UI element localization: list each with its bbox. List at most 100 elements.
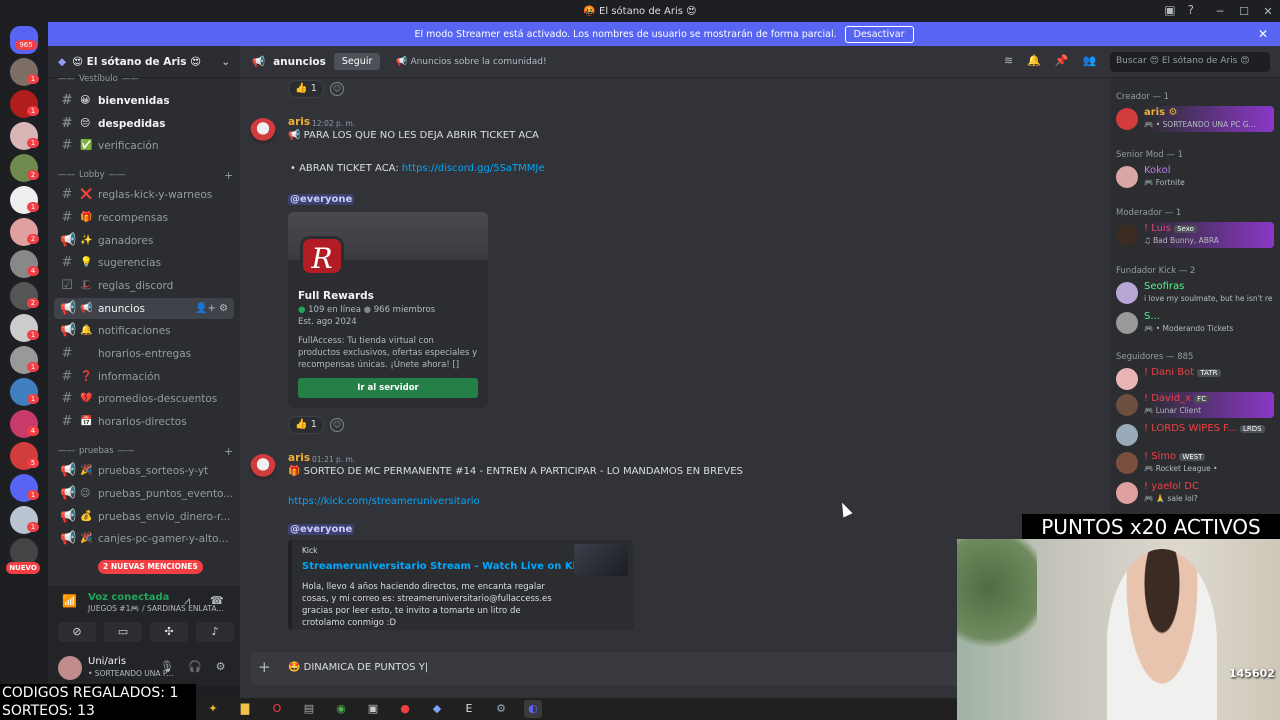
member-row[interactable]: ! yaelol DC 🎮 🙏 sale lol? (1114, 480, 1274, 506)
chrome-icon[interactable]: ◉ (332, 700, 350, 718)
message-composer[interactable]: + 🤩 DINAMICA DE PUNTOS Y| (250, 652, 960, 686)
member-name: ! Luis Sexo (1144, 223, 1197, 234)
channel-verificacion[interactable]: # ✅ verificación (54, 135, 234, 156)
member-row[interactable]: Kokol 🎮 Fortnite (1114, 164, 1274, 190)
channel-anuncios[interactable]: 📢 📢 anuncios 👤+ ⚙ (54, 298, 234, 319)
channel-horarios-entregas[interactable]: # horarios-entregas (54, 343, 234, 364)
add-channel-icon[interactable]: + (224, 169, 233, 182)
megaphone-icon: 📢 (60, 463, 77, 478)
channel-recompensas[interactable]: # 🎁 recompensas (54, 207, 234, 228)
app-icon[interactable]: ▣ (364, 700, 382, 718)
close-button[interactable]: ✕ (1256, 5, 1280, 18)
avatar[interactable] (250, 118, 276, 144)
avatar[interactable] (250, 454, 276, 480)
everyone-mention[interactable]: @everyone (288, 524, 355, 535)
discord-icon[interactable]: ◐ (524, 700, 542, 718)
channel-reglas-kick[interactable]: # ❌ reglas-kick-y-warneos (54, 184, 234, 205)
add-reaction-icon[interactable]: ☺ (330, 82, 344, 96)
kick-link[interactable]: https://kick.com/streameruniversitario (288, 496, 480, 507)
epic-games-icon[interactable]: E (460, 700, 478, 718)
member-row[interactable]: Seofiras i love my soulmate, but he isn'… (1114, 280, 1274, 306)
reaction-thumbs-up[interactable]: 👍 1 (288, 416, 324, 434)
category-lobby[interactable]: —— Lobby —— + (58, 169, 233, 182)
member-row[interactable]: ! David_x FC 🎮 Lunar Client (1114, 392, 1274, 418)
app-icon[interactable]: ◆ (428, 700, 446, 718)
soundboard-icon[interactable]: ♪ (196, 622, 234, 642)
member-row[interactable]: aris ⚙ 🎮 • SORTEANDO UNA PC G... (1114, 106, 1274, 132)
channel-ganadores[interactable]: 📢 ✨ ganadores (54, 230, 234, 251)
search-input[interactable]: Buscar 😍 El sótano de Aris 😍 (1110, 52, 1270, 72)
reaction-thumbs-up[interactable]: 👍 1 (288, 80, 324, 98)
channel-informacion[interactable]: # ❓ información (54, 366, 234, 387)
close-banner-icon[interactable]: ✕ (1258, 27, 1268, 41)
threads-icon[interactable]: ≋ (1004, 54, 1013, 67)
pin-icon[interactable]: 📌 (1055, 54, 1069, 67)
channel-reglas-discord[interactable]: ☑ 🎩 reglas_discord (54, 275, 234, 296)
follow-button[interactable]: Seguir (333, 53, 381, 70)
category-vestibulo[interactable]: —— Vestíbulo —— (58, 74, 139, 84)
composer-text[interactable]: 🤩 DINAMICA DE PUNTOS Y| (288, 662, 428, 673)
minimize-button[interactable]: ─ (1208, 5, 1232, 18)
join-server-button[interactable]: Ir al servidor (298, 378, 478, 398)
channel-canjes-pc[interactable]: 📢 🎉 canjes-pc-gamer-y-alto... (54, 528, 234, 549)
embed-title[interactable]: Streameruniversitario Stream - Watch Liv… (302, 561, 589, 572)
category-pruebas[interactable]: —— pruebas —— + (58, 445, 233, 458)
channel-pruebas-puntos[interactable]: 📢 😉 pruebas_puntos_evento... (54, 483, 234, 504)
voice-status[interactable]: Voz conectada (88, 592, 169, 603)
steam-icon[interactable]: ⚙ (492, 700, 510, 718)
discord-invite-link[interactable]: https://discord.gg/5SaTMMJe (402, 163, 545, 174)
rules-icon: ☑ (61, 278, 73, 293)
channel-promedios-descuentos[interactable]: # 💔 promedios-descuentos (54, 388, 234, 409)
widgets-icon[interactable]: ✦ (204, 700, 222, 718)
channel-notificaciones[interactable]: 📢 🔔 notificaciones (54, 320, 234, 341)
channel-despedidas[interactable]: # 😔 despedidas (54, 113, 234, 134)
member-row[interactable]: ! LORDS WIPES F... LRDS (1114, 422, 1274, 448)
headphones-icon[interactable]: 🎧 (188, 660, 202, 673)
add-reaction-icon[interactable]: ☺ (330, 418, 344, 432)
new-mentions-pill[interactable]: 2 NUEVAS MENCIONES (98, 560, 203, 574)
screen-share-icon[interactable]: ▭ (104, 622, 142, 642)
member-name: S... (1144, 311, 1160, 322)
microphone-icon[interactable]: 🎙 (160, 660, 174, 673)
category-label: pruebas (79, 446, 114, 456)
member-row[interactable]: ! Simo WEST 🎮 Rocket League • (1114, 450, 1274, 476)
everyone-mention[interactable]: @everyone (288, 194, 355, 205)
member-row[interactable]: ! Luis Sexo ♫ Bad Bunny, ABRA (1114, 222, 1274, 248)
gear-icon[interactable]: ⚙ (216, 660, 226, 673)
file-explorer-icon[interactable]: ▇ (236, 700, 254, 718)
channel-label: información (98, 370, 161, 383)
deactivate-button[interactable]: Desactivar (844, 25, 914, 43)
message-author[interactable]: aris (288, 116, 310, 128)
activities-icon[interactable]: ✣ (150, 622, 188, 642)
channel-pruebas-envio[interactable]: 📢 💰 pruebas_envio_dinero-r... (54, 506, 234, 527)
channel-topic[interactable]: 📢 Anuncios sobre la comunidad! (396, 57, 546, 67)
avatar[interactable] (58, 656, 82, 680)
obs-icon[interactable]: ● (396, 700, 414, 718)
channel-horarios-directos[interactable]: # 📅 horarios-directos (54, 411, 234, 432)
webcam-watermark: 145602 (1229, 667, 1275, 680)
noise-suppression-icon[interactable]: ⩘ (184, 594, 190, 608)
embed-thumbnail[interactable] (574, 544, 628, 576)
channel-sugerencias[interactable]: # 💡 sugerencias (54, 252, 234, 273)
member-row[interactable]: S... 🎮 • Moderando Tickets (1114, 310, 1274, 336)
maximize-button[interactable]: ☐ (1232, 5, 1256, 18)
camera-off-icon[interactable]: ⊘ (58, 622, 96, 642)
app-icon[interactable]: ▤ (300, 700, 318, 718)
channel-bienvenidas[interactable]: # 😀 bienvenidas (54, 90, 234, 111)
channel-settings-icon[interactable]: 👤+ ⚙ (195, 303, 228, 314)
channel-pruebas-sorteos[interactable]: 📢 🎉 pruebas_sorteos-y-yt (54, 460, 234, 481)
username[interactable]: Uni/aris (88, 656, 126, 667)
disconnect-icon[interactable]: ☎ (210, 594, 224, 607)
voice-channel[interactable]: JUEGOS #1🎮 / SARDINAS ENLATA... (88, 604, 224, 613)
inbox-icon[interactable]: ▣ (1164, 3, 1175, 17)
help-icon[interactable]: ? (1188, 3, 1194, 17)
member-row[interactable]: ! Dani Bot TATR (1114, 366, 1274, 392)
hashtag-icon: # (61, 138, 73, 153)
bell-icon[interactable]: 🔔 (1027, 54, 1041, 67)
add-channel-icon[interactable]: + (224, 445, 233, 458)
members-icon[interactable]: 👥 (1083, 54, 1097, 67)
opera-icon[interactable]: O (268, 700, 286, 718)
attach-plus-icon[interactable]: + (258, 658, 271, 676)
message-author[interactable]: aris (288, 452, 310, 464)
unread-badge: 4 (27, 426, 39, 436)
